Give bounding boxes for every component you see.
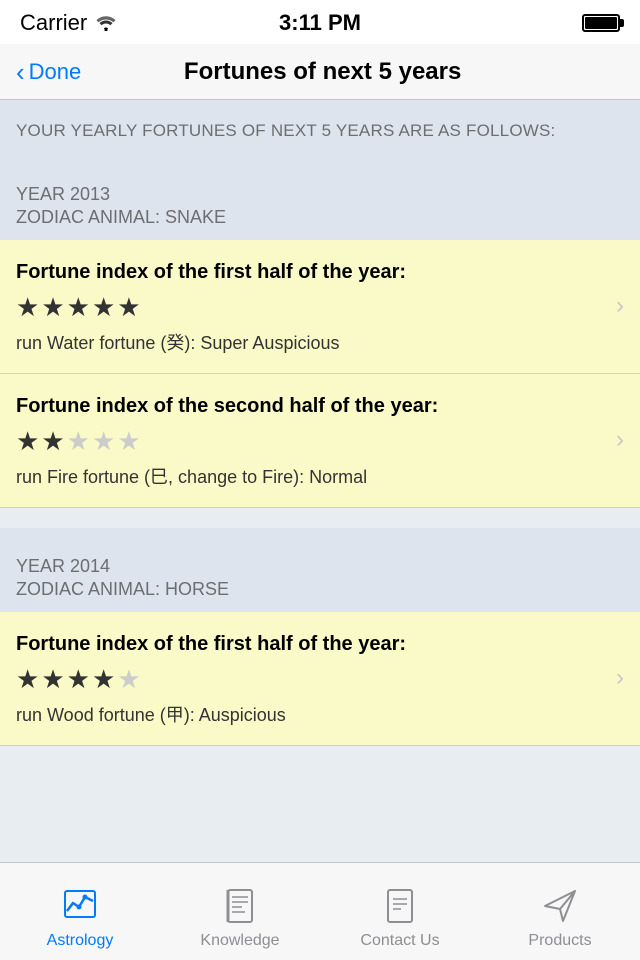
fortune-2013-second-half[interactable]: Fortune index of the second half of the …	[0, 374, 640, 508]
stars-2014-h1: ★★★★★	[16, 664, 606, 695]
carrier-text: Carrier	[20, 10, 117, 36]
fortune-desc-2013-h1: run Water fortune (癸): Super Auspicious	[16, 329, 606, 355]
chevron-right-icon-3: ›	[616, 664, 624, 692]
navigation-bar: ‹ Done Fortunes of next 5 years	[0, 44, 640, 100]
chevron-right-icon-2: ›	[616, 426, 624, 454]
year-2014-section: YEAR 2014 ZODIAC ANIMAL: HORSE Fortune i…	[0, 528, 640, 746]
tab-knowledge[interactable]: Knowledge	[160, 863, 320, 960]
year-2014-header: YEAR 2014 ZODIAC ANIMAL: HORSE	[0, 528, 640, 612]
fortune-title-2013-h1: Fortune index of the first half of the y…	[16, 258, 606, 286]
zodiac-2014-label: ZODIAC ANIMAL: HORSE	[16, 579, 624, 600]
year-2013-section: YEAR 2013 ZODIAC ANIMAL: SNAKE Fortune i…	[0, 156, 640, 508]
stars-2013-h2: ★★★★★	[16, 426, 606, 457]
section-gap-1	[0, 508, 640, 528]
fortune-title-2013-h2: Fortune index of the second half of the …	[16, 392, 606, 420]
year-2013-label: YEAR 2013	[16, 184, 624, 205]
tab-bar: Astrology Knowledge	[0, 862, 640, 960]
tab-products[interactable]: Products	[480, 863, 640, 960]
knowledge-tab-icon	[218, 884, 262, 928]
fortune-2013-first-half[interactable]: Fortune index of the first half of the y…	[0, 240, 640, 374]
fortune-2014-first-half[interactable]: Fortune index of the first half of the y…	[0, 612, 640, 746]
wifi-icon	[95, 15, 117, 31]
year-2013-header: YEAR 2013 ZODIAC ANIMAL: SNAKE	[0, 156, 640, 240]
chevron-right-icon: ›	[616, 292, 624, 320]
astrology-tab-label: Astrology	[47, 932, 114, 950]
page-title: Fortunes of next 5 years	[21, 58, 624, 86]
battery-indicator	[582, 14, 620, 32]
products-tab-label: Products	[528, 932, 591, 950]
status-time: 3:11 PM	[279, 10, 361, 36]
fortune-title-2014-h1: Fortune index of the first half of the y…	[16, 630, 606, 658]
stars-2013-h1: ★★★★★	[16, 292, 606, 323]
contact-us-tab-label: Contact Us	[360, 932, 439, 950]
status-bar: Carrier 3:11 PM	[0, 0, 640, 44]
products-tab-icon	[538, 884, 582, 928]
intro-section: YOUR YEARLY FORTUNES OF NEXT 5 YEARS ARE…	[0, 100, 640, 156]
contact-us-tab-icon	[378, 884, 422, 928]
intro-text: YOUR YEARLY FORTUNES OF NEXT 5 YEARS ARE…	[16, 118, 624, 144]
main-content: YOUR YEARLY FORTUNES OF NEXT 5 YEARS ARE…	[0, 100, 640, 862]
fortune-desc-2013-h2: run Fire fortune (巳, change to Fire): No…	[16, 463, 606, 489]
tab-contact-us[interactable]: Contact Us	[320, 863, 480, 960]
astrology-tab-icon	[58, 884, 102, 928]
tab-astrology[interactable]: Astrology	[0, 863, 160, 960]
year-2014-label: YEAR 2014	[16, 556, 624, 577]
fortune-desc-2014-h1: run Wood fortune (甲): Auspicious	[16, 701, 606, 727]
knowledge-tab-label: Knowledge	[200, 932, 279, 950]
zodiac-2013-label: ZODIAC ANIMAL: SNAKE	[16, 207, 624, 228]
